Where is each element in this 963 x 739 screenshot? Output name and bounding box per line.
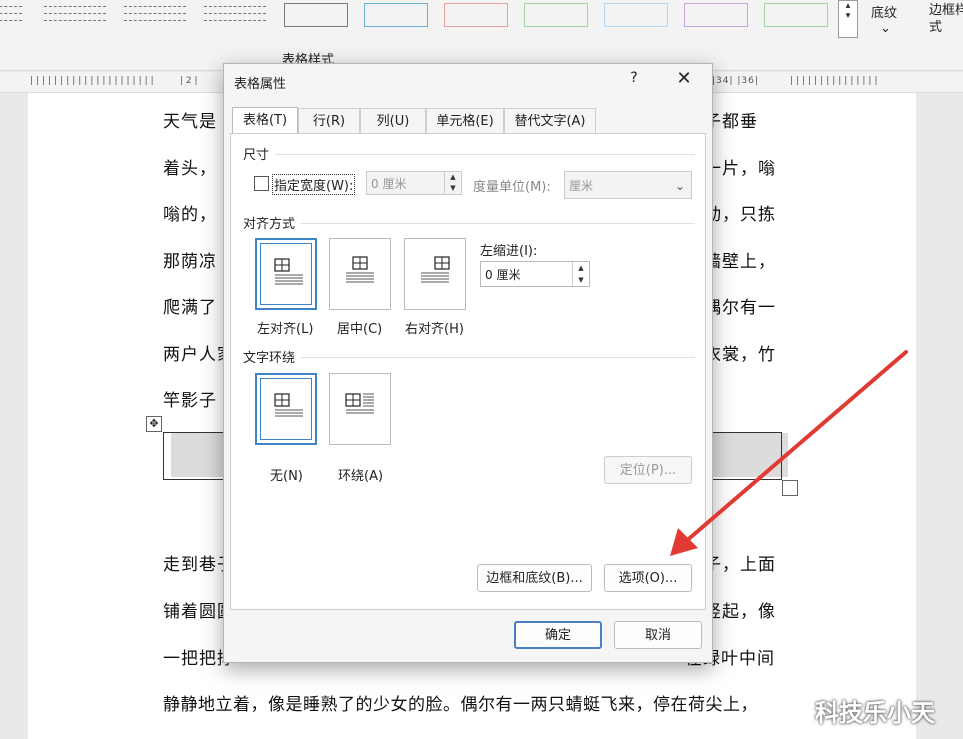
arrow-shaft bbox=[682, 350, 908, 545]
annotation-arrow bbox=[670, 350, 908, 556]
